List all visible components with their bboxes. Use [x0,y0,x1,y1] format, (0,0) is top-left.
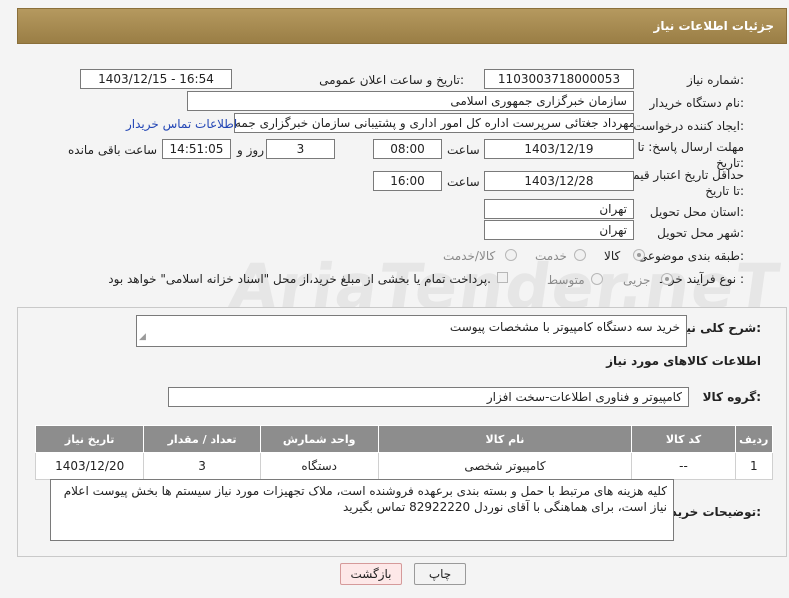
announce-field: 1403/12/15 - 16:54 [80,69,232,89]
category-label: طبقه بندی موضوعی: [637,249,744,263]
goods-table: ردیف کد کالا نام کالا واحد شمارش تعداد /… [34,425,774,480]
buyer-contact-link[interactable]: اطلاعات تماس خریدار [126,117,237,131]
table-header-row: ردیف کد کالا نام کالا واحد شمارش تعداد /… [34,425,774,453]
goods-section-title: اطلاعات کالاهای مورد نیاز [606,354,761,368]
min-price-time-field: 16:00 [373,171,442,191]
buyer-org-label: نام دستگاه خریدار: [649,96,745,110]
buyer-notes-textarea[interactable]: کلیه هزینه های مرتبط با حمل و بسته بندی … [50,479,674,541]
need-number-label: شماره نیاز: [686,73,744,87]
min-price-date-field: 1403/12/28 [484,171,634,191]
category-goods-label: کالا [604,249,621,263]
remaining-time-field: 14:51:05 [162,139,231,159]
category-goods-radio[interactable] [633,249,645,261]
category-service-radio[interactable] [574,249,586,261]
table-row: 1 -- کامپیوتر شخصی دستگاه 3 1403/12/20 [34,452,774,480]
buyer-notes-text: کلیه هزینه های مرتبط با حمل و بسته بندی … [63,484,667,514]
summary-textarea[interactable]: خرید سه دستگاه کامپیوتر با مشخصات پیوست … [136,315,687,347]
cell-date: 1403/12/20 [34,452,145,480]
column-header-date: تاریخ نیاز [34,425,145,453]
deadline-time-field: 08:00 [373,139,442,159]
summary-text: خرید سه دستگاه کامپیوتر با مشخصات پیوست [449,320,680,334]
buyer-org-field: سازمان خبرگزاری جمهوری اسلامی [187,91,634,111]
city-field: تهران [484,220,634,240]
province-field: تهران [484,199,634,219]
process-minor-label: جزیی [623,273,651,287]
column-header-name: نام کالا [377,425,633,453]
buyer-notes-label: توضیحات خریدار: [659,505,761,519]
deadline-hour-label: ساعت [447,143,480,157]
process-medium-radio[interactable] [591,273,603,285]
cell-unit: دستگاه [259,452,379,480]
need-number-field: 1103003718000053 [484,69,634,89]
cell-name: کامپیوتر شخصی [377,452,633,480]
page-title: جزئیات اطلاعات نیاز [653,19,774,33]
remaining-days-field: 3 [266,139,335,159]
cell-row: 1 [734,452,774,480]
goods-group-label: گروه کالا: [702,390,761,404]
category-service-label: خدمت [535,249,567,263]
treasury-payment-checkbox[interactable] [497,272,508,283]
print-button[interactable]: چاپ [414,563,466,585]
creator-field: مهرداد جغتائی سرپرست اداره کل امور اداری… [234,113,634,133]
deadline-date-field: 1403/12/19 [484,139,634,159]
column-header-code: کد کالا [631,425,736,453]
column-header-quantity: تعداد / مقدار [143,425,261,453]
process-minor-radio[interactable] [661,273,673,285]
process-medium-label: متوسط [547,273,585,287]
column-header-row: ردیف [734,425,774,453]
category-both-radio[interactable] [505,249,517,261]
page-header: جزئیات اطلاعات نیاز [17,8,787,44]
payment-note: پرداخت تمام یا بخشی از مبلغ خرید،از محل … [108,272,491,286]
creator-label: ایجاد کننده درخواست: [633,119,744,133]
column-header-unit: واحد شمارش [259,425,379,453]
remaining-label: ساعت باقی مانده [68,143,158,157]
announce-label: تاریخ و ساعت اعلان عمومی: [319,73,464,87]
goods-group-field: کامپیوتر و فناوری اطلاعات-سخت افزار [168,387,689,407]
resize-handle-icon[interactable]: ◢ [139,329,146,345]
category-both-label: کالا/خدمت [443,249,496,263]
city-label: شهر محل تحویل: [657,226,744,240]
province-label: استان محل تحویل: [649,205,744,219]
cell-code: -- [631,452,736,480]
min-price-hour-label: ساعت [447,175,480,189]
cell-quantity: 3 [143,452,261,480]
back-button[interactable]: بازگشت [340,563,402,585]
days-label: روز و [237,143,264,157]
summary-label: شرح کلی نیاز: [675,321,761,335]
